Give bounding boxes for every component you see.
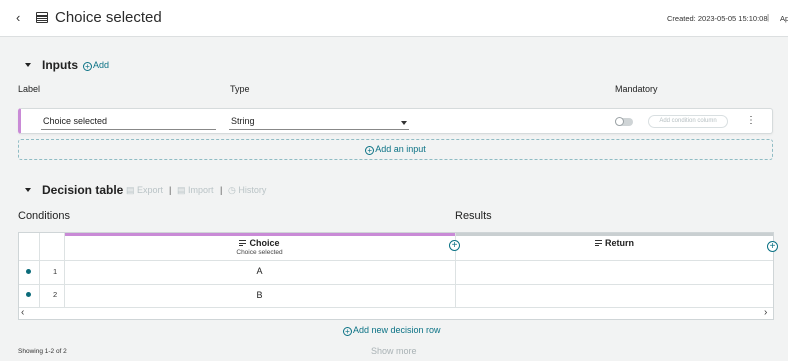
- toggle-knob: [615, 117, 624, 126]
- type-column-header: Type: [230, 84, 250, 94]
- export-label: Export: [137, 185, 164, 195]
- decision-table-grid: Choice Choice selected Return 1 A 2 B ‹ …: [18, 232, 774, 320]
- condition-column-subtitle: Choice selected: [236, 249, 283, 256]
- export-button[interactable]: ▤ Export: [126, 185, 163, 196]
- row-number: 2: [53, 290, 58, 299]
- scroll-left-icon[interactable]: ‹: [21, 308, 24, 318]
- inputs-add-button[interactable]: + Add: [83, 60, 109, 71]
- row-number: 1: [53, 267, 58, 276]
- import-button[interactable]: ▤ Import: [177, 185, 214, 196]
- show-more-button[interactable]: Show more: [371, 346, 417, 356]
- inputs-add-label: Add: [93, 60, 110, 70]
- input-row: Choice selected String Add condition col…: [18, 108, 773, 134]
- input-type-select[interactable]: String: [229, 116, 409, 130]
- kebab-menu-icon[interactable]: ⋮: [746, 115, 756, 127]
- add-circle-icon: +: [365, 146, 375, 155]
- action-separator: |: [169, 185, 172, 195]
- condition-column-accent: [64, 233, 455, 236]
- choice-cell[interactable]: B: [64, 290, 455, 300]
- add-circle-icon: +: [83, 62, 92, 71]
- input-label-field[interactable]: Choice selected: [41, 116, 216, 130]
- column-lines-icon: [595, 240, 602, 246]
- row-status-dot-icon: [26, 269, 31, 274]
- choice-cell[interactable]: A: [64, 266, 455, 276]
- input-type-value: String: [231, 116, 255, 126]
- page-title: Choice selected: [55, 9, 162, 26]
- add-decision-row-button[interactable]: + Add new decision row: [343, 325, 441, 336]
- history-button[interactable]: ◷ History: [228, 185, 266, 196]
- import-label: Import: [188, 185, 214, 195]
- top-bar: ‹ Choice selected Created: 2023-05-05 15…: [0, 0, 788, 37]
- decision-table-collapse-caret-icon[interactable]: [25, 188, 31, 192]
- add-row-label: Add new decision row: [353, 325, 441, 335]
- pagination-summary: Showing 1-2 of 2: [18, 348, 67, 355]
- add-circle-icon: +: [343, 327, 352, 336]
- condition-column-name: Choice: [249, 238, 280, 248]
- header-separator: |: [767, 13, 770, 22]
- result-column-header[interactable]: Return: [456, 238, 773, 248]
- scroll-right-icon[interactable]: ›: [764, 308, 767, 318]
- add-condition-column-icon[interactable]: +: [449, 240, 460, 251]
- history-label: History: [238, 185, 267, 195]
- label-column-header: Label: [18, 84, 41, 94]
- result-column-accent: [456, 233, 773, 236]
- result-column-name: Return: [605, 238, 634, 248]
- header-truncated-text: Ap: [780, 14, 788, 23]
- add-input-button[interactable]: + Add an input: [18, 139, 773, 160]
- column-lines-icon: [239, 240, 247, 246]
- decision-table-title: Decision table: [42, 183, 124, 197]
- add-input-label: Add an input: [375, 144, 426, 154]
- back-arrow-icon[interactable]: ‹: [16, 11, 28, 25]
- add-condition-column-button[interactable]: Add condition column: [648, 115, 728, 128]
- row-status-dot-icon: [26, 292, 31, 297]
- inputs-title: Inputs: [42, 58, 78, 72]
- table-icon: [36, 12, 48, 23]
- created-timestamp: Created: 2023-05-05 15:10:08: [667, 14, 768, 23]
- condition-column-header[interactable]: Choice: [64, 238, 455, 248]
- conditions-label: Conditions: [18, 210, 70, 222]
- add-result-column-icon[interactable]: +: [767, 241, 778, 252]
- action-separator: |: [220, 185, 223, 195]
- chevron-down-icon: [401, 121, 407, 125]
- mandatory-toggle[interactable]: [615, 117, 633, 126]
- mandatory-column-header: Mandatory: [615, 84, 658, 94]
- results-label: Results: [455, 210, 492, 222]
- inputs-collapse-caret-icon[interactable]: [25, 63, 31, 67]
